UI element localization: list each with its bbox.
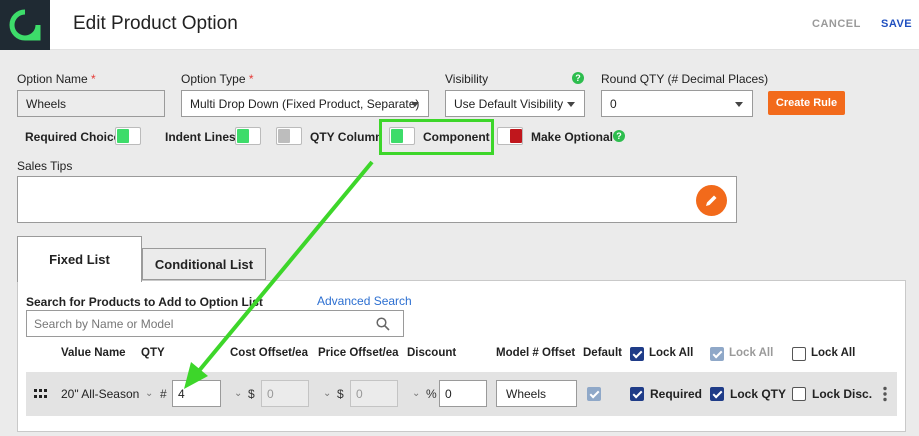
advanced-search-link[interactable]: Advanced Search — [317, 294, 412, 308]
lock-qty-label: Lock QTY — [730, 387, 787, 401]
row-value-name: 20" All-Season — [61, 387, 140, 401]
sales-tips-field[interactable] — [17, 176, 737, 223]
round-qty-select[interactable]: 0 — [601, 90, 753, 117]
col-lock-all-3: Lock All — [811, 347, 856, 359]
required-label: Required — [650, 387, 703, 401]
model-offset-input[interactable]: Wheels — [496, 380, 577, 407]
chevron-down-icon — [411, 102, 419, 107]
chevron-down-icon — [567, 102, 575, 107]
lock-all-checkbox-2[interactable] — [710, 347, 724, 361]
product-search-input[interactable]: Search by Name or Model — [26, 310, 404, 337]
sales-tips-label: Sales Tips — [17, 159, 73, 173]
toggle-knob — [117, 129, 129, 143]
toggle-knob — [278, 129, 290, 143]
qty-symbol: # — [160, 387, 167, 401]
search-products-label: Search for Products to Add to Option Lis… — [26, 295, 263, 309]
lock-qty-checkbox[interactable] — [710, 387, 724, 401]
col-default: Default — [583, 347, 622, 359]
col-model-offset: Model # Offset — [496, 347, 576, 359]
required-asterisk: * — [91, 72, 96, 86]
round-qty-value: 0 — [610, 97, 617, 111]
price-symbol: $ — [337, 387, 344, 401]
price-offset-input[interactable]: 0 — [350, 380, 398, 407]
col-price-offset: Price Offset/ea — [318, 347, 399, 359]
discount-input[interactable]: 0 — [439, 380, 487, 407]
chevron-down-icon[interactable]: ⌄ — [323, 388, 331, 399]
cancel-button[interactable]: CANCEL — [812, 18, 861, 30]
chevron-down-icon — [735, 102, 743, 107]
search-placeholder: Search by Name or Model — [34, 317, 174, 331]
tab-conditional-list[interactable]: Conditional List — [142, 248, 266, 280]
option-type-select[interactable]: Multi Drop Down (Fixed Product, Separate… — [181, 90, 429, 117]
lock-disc-label: Lock Disc. — [812, 387, 873, 401]
lock-all-checkbox-1[interactable] — [630, 347, 644, 361]
col-value-name: Value Name — [61, 347, 126, 359]
top-bar: Edit Product Option CANCEL SAVE — [0, 0, 919, 50]
component-toggle[interactable] — [389, 127, 415, 145]
toggle-knob — [510, 129, 522, 143]
more-options-icon[interactable] — [882, 386, 888, 402]
required-choice-label: Required Choice — [25, 130, 121, 144]
search-icon[interactable] — [376, 317, 390, 331]
visibility-label: Visibility — [445, 72, 489, 86]
lock-all-checkbox-3[interactable] — [792, 347, 806, 361]
visibility-value: Use Default Visibility — [454, 97, 564, 111]
option-name-label-text: Option Name — [17, 72, 88, 86]
option-type-label-text: Option Type — [181, 72, 246, 86]
col-discount: Discount — [407, 347, 457, 359]
make-optional-toggle[interactable] — [497, 127, 523, 145]
option-type-label: Option Type * — [181, 72, 254, 86]
pencil-icon — [706, 195, 717, 206]
page-title: Edit Product Option — [73, 13, 238, 34]
lock-disc-checkbox[interactable] — [792, 387, 806, 401]
app-logo[interactable] — [0, 0, 50, 50]
required-asterisk: * — [248, 72, 254, 86]
toggle-knob — [237, 129, 249, 143]
tab-fixed-list[interactable]: Fixed List — [17, 236, 142, 282]
cost-offset-input[interactable]: 0 — [261, 380, 309, 407]
qty-column-toggle[interactable] — [276, 127, 302, 145]
option-name-field[interactable]: Wheels — [17, 90, 165, 117]
visibility-select[interactable]: Use Default Visibility — [445, 90, 585, 117]
discount-symbol: % — [426, 387, 437, 401]
visibility-help-icon[interactable]: ? — [572, 72, 584, 84]
required-choice-toggle[interactable] — [115, 127, 141, 145]
col-cost-offset: Cost Offset/ea — [230, 347, 308, 359]
save-button[interactable]: SAVE — [881, 18, 912, 30]
create-rule-button[interactable]: Create Rule — [768, 91, 845, 115]
edit-sales-tips-button[interactable] — [696, 185, 727, 216]
chevron-down-icon[interactable]: ⌄ — [412, 388, 420, 399]
required-checkbox[interactable] — [630, 387, 644, 401]
default-checkbox[interactable] — [587, 387, 601, 401]
col-qty: QTY — [141, 347, 165, 359]
make-optional-label: Make Optional — [531, 130, 614, 144]
col-lock-all-1: Lock All — [649, 347, 694, 359]
cost-symbol: $ — [248, 387, 255, 401]
qty-input[interactable]: 4 — [172, 380, 221, 407]
component-label: Component — [423, 130, 490, 144]
logo-icon — [9, 9, 41, 41]
toggle-knob — [391, 129, 403, 143]
round-qty-label: Round QTY (# Decimal Places) — [601, 72, 769, 86]
drag-handle-icon[interactable] — [34, 389, 48, 399]
chevron-down-icon[interactable]: ⌄ — [234, 388, 242, 399]
indent-lines-label: Indent Lines — [165, 130, 236, 144]
option-type-value: Multi Drop Down (Fixed Product, Separate… — [190, 97, 420, 111]
chevron-down-icon[interactable]: ⌄ — [145, 388, 153, 399]
indent-lines-toggle[interactable] — [235, 127, 261, 145]
qty-column-label: QTY Column — [310, 130, 383, 144]
option-name-label: Option Name * — [17, 72, 96, 86]
col-lock-all-2: Lock All — [729, 347, 774, 359]
make-optional-help-icon[interactable]: ? — [613, 130, 625, 142]
